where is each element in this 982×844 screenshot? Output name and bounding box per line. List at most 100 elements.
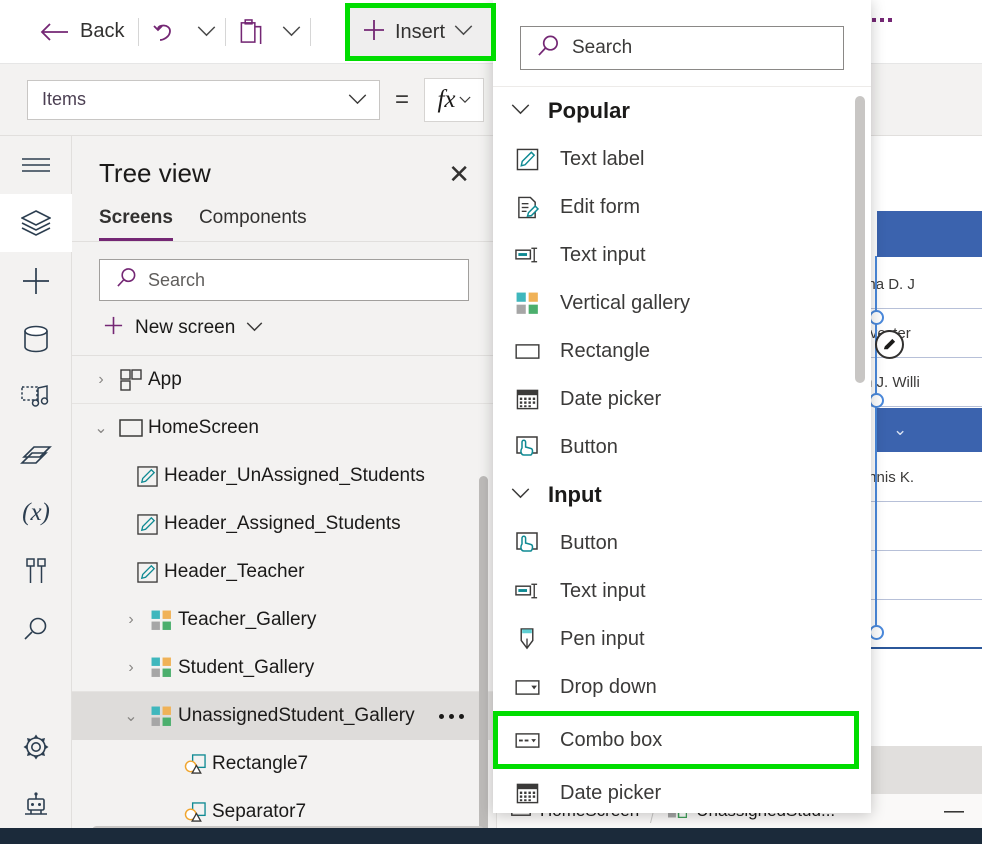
tree-node-student-gallery[interactable]: › Student_Gallery xyxy=(72,644,496,692)
flyout-item-date-picker[interactable]: Date picker xyxy=(493,375,871,423)
divider xyxy=(310,17,312,46)
gallery-icon xyxy=(144,610,178,631)
tree-node-app[interactable]: › App xyxy=(72,356,496,404)
page-title: Tree view xyxy=(99,158,211,188)
search-icon xyxy=(116,267,137,293)
dropdown-icon xyxy=(513,679,541,696)
tree-node-homescreen[interactable]: ⌄ HomeScreen xyxy=(72,404,496,452)
tree-node-teacher-gallery[interactable]: › Teacher_Gallery xyxy=(72,596,496,644)
flyout-item-input-text-input[interactable]: Text input xyxy=(493,567,871,615)
undo-dropdown-button[interactable] xyxy=(189,8,223,56)
pencil-glyph xyxy=(883,338,896,350)
tree-node-header-assigned-students[interactable]: Header_Assigned_Students xyxy=(72,500,496,548)
fx-button[interactable]: fx xyxy=(424,77,484,122)
new-screen-button[interactable]: New screen xyxy=(72,301,496,356)
sidebar-item-tools[interactable] xyxy=(0,542,72,600)
tab-screens[interactable]: Screens xyxy=(99,207,173,241)
back-button[interactable]: Back xyxy=(28,8,136,56)
flyout-item-combo-box[interactable]: Combo box xyxy=(493,711,859,769)
chevron-down-icon[interactable]: ⌄ xyxy=(88,418,114,438)
tree-node-rectangle7[interactable]: Rectangle7 xyxy=(72,740,496,788)
sidebar-item-media[interactable] xyxy=(0,368,72,426)
flyout-search-input[interactable]: Search xyxy=(520,26,844,70)
tree-view-panel: Tree view ✕ Screens Components Search Ne… xyxy=(72,136,497,844)
sidebar-item-search[interactable] xyxy=(0,600,72,658)
label-icon xyxy=(130,513,164,535)
sidebar-item-power-automate[interactable] xyxy=(0,426,72,484)
minus-icon[interactable]: — xyxy=(944,800,964,823)
tree-node-header-unassigned-students[interactable]: Header_UnAssigned_Students xyxy=(72,452,496,500)
flyout-item-edit-form[interactable]: Edit form xyxy=(493,183,871,231)
insert-flyout-panel: Search Popular Text label Edit form Text… xyxy=(493,0,871,813)
tree-node-label: App xyxy=(148,368,182,390)
equals-sign: = xyxy=(394,85,409,113)
flyout-group-input[interactable]: Input xyxy=(493,471,871,519)
insert-button-highlight: Insert xyxy=(345,3,496,61)
flyout-item-button[interactable]: Button xyxy=(493,423,871,471)
flyout-item-drop-down[interactable]: Drop down xyxy=(493,663,871,711)
tree-node-more-options-icon[interactable] xyxy=(439,713,464,719)
chevron-down-icon xyxy=(511,486,530,504)
flyout-item-label: Text label xyxy=(560,147,645,170)
tree-vertical-scrollbar[interactable] xyxy=(479,476,488,844)
flyout-item-label: Date picker xyxy=(560,387,662,410)
flyout-item-label: Pen input xyxy=(560,627,645,650)
flyout-item-vertical-gallery[interactable]: Vertical gallery xyxy=(493,279,871,327)
sidebar-item-insert[interactable] xyxy=(0,252,72,310)
tab-components[interactable]: Components xyxy=(199,207,307,241)
chevron-down-icon xyxy=(458,91,471,109)
flyout-item-text-label[interactable]: Text label xyxy=(493,135,871,183)
sidebar-item-copilot[interactable] xyxy=(0,776,72,834)
tree-node-label: Header_Assigned_Students xyxy=(164,513,401,534)
flyout-item-label: Button xyxy=(560,531,618,554)
sidebar-item-tree-view[interactable] xyxy=(0,194,72,252)
undo-button[interactable] xyxy=(141,8,189,56)
chevron-right-icon[interactable]: › xyxy=(118,611,144,629)
chevron-right-icon[interactable]: › xyxy=(88,371,114,389)
resize-handle[interactable] xyxy=(869,625,884,640)
hamburger-menu-icon[interactable] xyxy=(0,136,72,194)
tree-node-header-teacher[interactable]: Header_Teacher xyxy=(72,548,496,596)
chevron-down-icon: ⌄ xyxy=(893,420,908,439)
chevron-down-icon xyxy=(511,102,530,120)
flyout-item-rectangle[interactable]: Rectangle xyxy=(493,327,871,375)
chevron-down-icon[interactable] xyxy=(454,23,473,41)
chevron-down-icon xyxy=(282,26,301,37)
paste-button[interactable] xyxy=(228,8,274,56)
close-icon[interactable]: ✕ xyxy=(448,161,470,187)
tree-view-header: Tree view ✕ xyxy=(72,136,496,193)
text-label-icon xyxy=(513,148,541,171)
ellipsis-dot xyxy=(872,18,876,22)
paste-dropdown-button[interactable] xyxy=(274,8,308,56)
tree-node-label: Header_Teacher xyxy=(164,561,305,582)
sidebar-item-variables[interactable]: (x) xyxy=(0,484,72,542)
overflow-more-button[interactable] xyxy=(872,18,892,22)
flyout-item-pen-input[interactable]: Pen input xyxy=(493,615,871,663)
sidebar-item-settings[interactable] xyxy=(0,718,72,776)
resize-handle[interactable] xyxy=(869,310,884,325)
tree-node-unassignedstudent-gallery[interactable]: ⌄ UnassignedStudent_Gallery xyxy=(72,692,496,740)
search-icon xyxy=(537,34,560,62)
tree-node-label: Rectangle7 xyxy=(212,753,309,774)
chevron-right-icon[interactable]: › xyxy=(118,659,144,677)
insert-button[interactable]: Insert xyxy=(350,8,491,56)
tree-search-placeholder: Search xyxy=(148,269,206,290)
media-icon xyxy=(21,385,49,407)
flyout-item-text-input[interactable]: Text input xyxy=(493,231,871,279)
chevron-down-icon[interactable]: ⌄ xyxy=(118,706,144,726)
flyout-group-popular[interactable]: Popular xyxy=(493,87,871,135)
tree-search-input[interactable]: Search xyxy=(99,259,469,301)
tools-icon xyxy=(26,558,46,583)
flyout-group-label: Popular xyxy=(548,98,630,123)
flyout-item-input-date-picker[interactable]: Date picker xyxy=(493,769,871,813)
property-select[interactable]: Items xyxy=(27,79,380,120)
sidebar-item-data[interactable] xyxy=(0,310,72,368)
copilot-robot-icon xyxy=(25,792,47,815)
flyout-vertical-scrollbar[interactable] xyxy=(855,96,865,383)
pencil-edit-icon[interactable] xyxy=(875,330,904,359)
resize-handle[interactable] xyxy=(869,393,884,408)
flyout-item-label: Combo box xyxy=(560,728,663,751)
gallery-icon xyxy=(513,292,541,315)
flyout-item-input-button[interactable]: Button xyxy=(493,519,871,567)
back-label: Back xyxy=(80,20,125,42)
